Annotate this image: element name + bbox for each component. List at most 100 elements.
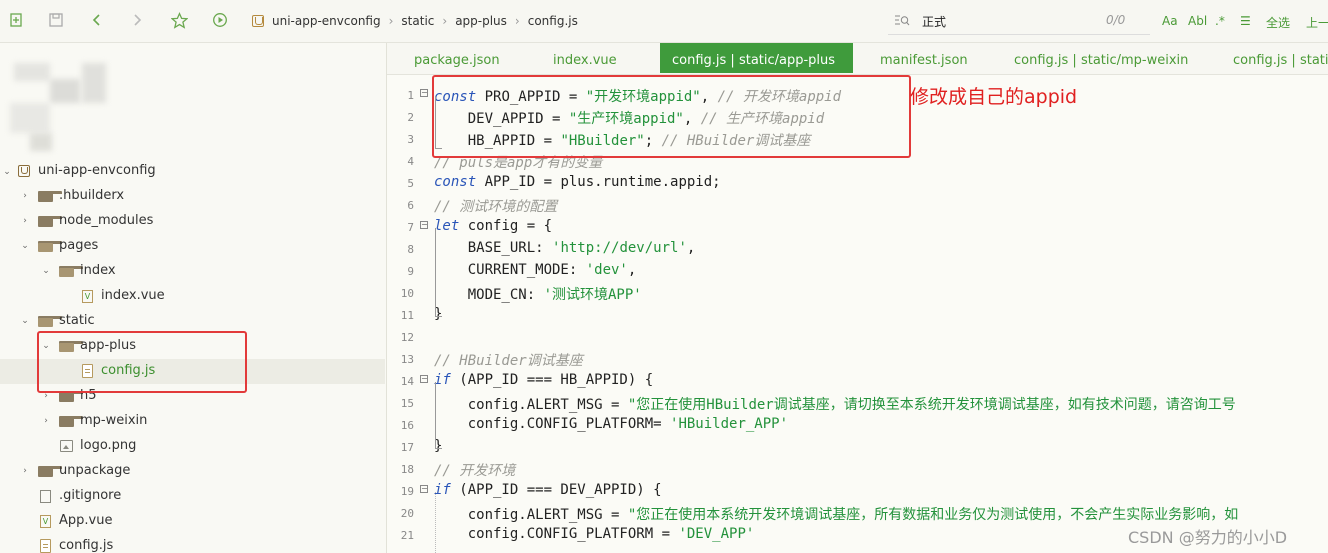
- breadcrumb-item[interactable]: uni-app-envconfig: [272, 14, 381, 28]
- code-token: MODE_CN:: [434, 287, 544, 303]
- line-number: 4: [407, 155, 414, 168]
- chevron-right-icon: ›: [388, 14, 394, 28]
- tree-item-label: node_modules: [59, 213, 154, 228]
- new-file-icon[interactable]: [6, 10, 26, 30]
- tab-index-vue[interactable]: index.vue: [541, 43, 629, 74]
- tree-item-label: logo.png: [80, 438, 137, 453]
- code-token: config.ALERT_MSG =: [434, 507, 628, 523]
- code-text: // 测试环境的配置: [434, 196, 557, 216]
- line-number: 19: [400, 485, 414, 498]
- code-line: 20 config.ALERT_MSG = "您正在使用本系统开发环境调试基座，…: [387, 502, 1328, 524]
- code-line: 11 }: [387, 304, 1328, 326]
- tree-item-mp-weixin[interactable]: › mp-weixin: [0, 409, 385, 434]
- line-number: 3: [407, 133, 414, 146]
- folder-open-icon: [38, 316, 62, 327]
- run-icon[interactable]: [210, 10, 230, 30]
- line-number: 15: [400, 397, 414, 410]
- tab-config-static[interactable]: config.js | static: [1221, 43, 1328, 74]
- tab-manifest-json[interactable]: manifest.json: [868, 43, 980, 74]
- search-input[interactable]: [920, 11, 1094, 31]
- tree-item-label: App.vue: [59, 513, 113, 528]
- tree-item-label: uni-app-envconfig: [38, 163, 156, 178]
- match-case-toggle[interactable]: Aa: [1162, 14, 1178, 28]
- tab-config-app-plus[interactable]: config.js | static/app-plus: [660, 43, 853, 73]
- comment: // 开发环境: [434, 463, 516, 479]
- tree-item-root[interactable]: ⌄ uni-app-envconfig: [0, 159, 385, 184]
- folder-open-icon: [38, 241, 62, 252]
- regex-toggle[interactable]: .*: [1215, 14, 1225, 28]
- breadcrumb-item[interactable]: config.js: [528, 14, 578, 28]
- code-line: 9 CURRENT_MODE: 'dev',: [387, 260, 1328, 282]
- folder-icon: [38, 191, 62, 202]
- search-box: 0/0: [888, 8, 1150, 35]
- multiline-toggle[interactable]: ☰: [1240, 14, 1251, 28]
- editor-tabs: package.json index.vue config.js | stati…: [387, 43, 1328, 75]
- fold-minus-icon[interactable]: −: [420, 375, 428, 383]
- tree-item-hbuilderx[interactable]: › .hbuilderx: [0, 184, 385, 209]
- line-number: 6: [407, 199, 414, 212]
- tree-item-node-modules[interactable]: › node_modules: [0, 209, 385, 234]
- code-token: config.CONFIG_PLATFORM=: [434, 416, 671, 432]
- fold-minus-icon[interactable]: −: [420, 221, 428, 229]
- vue-file-icon: V: [40, 515, 51, 528]
- chevron-right-icon: ›: [514, 14, 520, 28]
- tree-item-label: mp-weixin: [80, 413, 148, 428]
- code-text: CURRENT_MODE: 'dev',: [434, 262, 637, 278]
- tree-item-gitignore[interactable]: .gitignore: [0, 484, 385, 509]
- chevron-down-icon: ⌄: [3, 167, 11, 177]
- code-line: 12: [387, 326, 1328, 348]
- chevron-right-icon: ›: [23, 191, 27, 201]
- line-number: 17: [400, 441, 414, 454]
- line-number: 16: [400, 419, 414, 432]
- code-text: config.ALERT_MSG = "您正在使用HBuilder调试基座，请切…: [434, 394, 1236, 414]
- chevron-down-icon: ⌄: [42, 266, 50, 276]
- tree-item-logo-png[interactable]: logo.png: [0, 434, 385, 459]
- image-file-icon: [60, 440, 73, 452]
- code-text: if (APP_ID === DEV_APPID) {: [434, 482, 662, 498]
- watermark: CSDN @努力的小小D: [1128, 528, 1288, 547]
- tab-config-mp-weixin[interactable]: config.js | static/mp-weixin: [1002, 43, 1200, 74]
- string-literal: 'dev': [585, 262, 628, 278]
- tree-item-app-vue[interactable]: V App.vue: [0, 509, 385, 534]
- string-literal: "您正在使用本系统开发环境调试基座，所有数据和业务仅为测试使用，不会产生实际业务…: [627, 507, 1239, 523]
- code-line: 5 const APP_ID = plus.runtime.appid;: [387, 172, 1328, 194]
- string-literal: 'DEV_APP': [678, 526, 755, 542]
- tree-item-label: unpackage: [59, 463, 131, 478]
- tree-item-label: .hbuilderx: [59, 188, 125, 203]
- breadcrumb-item[interactable]: static: [401, 14, 434, 28]
- star-icon[interactable]: [169, 10, 189, 30]
- project-icon: [252, 15, 264, 27]
- code-line: 10 MODE_CN: '测试环境APP': [387, 282, 1328, 304]
- chevron-right-icon: ›: [44, 416, 48, 426]
- whole-word-toggle[interactable]: Abl: [1188, 14, 1207, 28]
- code-text: if (APP_ID === HB_APPID) {: [434, 372, 653, 388]
- tab-package-json[interactable]: package.json: [402, 43, 512, 74]
- code-line: 19 − if (APP_ID === DEV_APPID) {: [387, 480, 1328, 502]
- code-token: config.CONFIG_PLATFORM =: [434, 526, 679, 542]
- tree-item-index[interactable]: ⌄ index: [0, 259, 385, 284]
- code-token: BASE_URL:: [434, 240, 553, 256]
- code-token: config = {: [459, 218, 553, 234]
- forward-icon[interactable]: [127, 10, 147, 30]
- previous-match-button[interactable]: 上一: [1306, 14, 1328, 31]
- line-number: 1: [407, 89, 414, 102]
- fold-minus-icon[interactable]: −: [420, 89, 428, 97]
- code-text: let config = {: [434, 218, 552, 234]
- select-all-button[interactable]: 全选: [1266, 14, 1290, 31]
- fold-minus-icon[interactable]: −: [420, 485, 428, 493]
- keyword: const: [434, 174, 477, 190]
- tree-item-unpackage[interactable]: › unpackage: [0, 459, 385, 484]
- tree-item-index-vue[interactable]: V index.vue: [0, 284, 385, 309]
- chevron-down-icon: ⌄: [21, 241, 29, 251]
- code-text: const APP_ID = plus.runtime.appid;: [434, 174, 721, 190]
- code-line: 16 config.CONFIG_PLATFORM= 'HBuilder_APP…: [387, 414, 1328, 436]
- code-text: // 开发环境: [434, 460, 515, 480]
- back-icon[interactable]: [87, 10, 107, 30]
- tree-item-pages[interactable]: ⌄ pages: [0, 234, 385, 259]
- project-explorer: ⌄ uni-app-envconfig › .hbuilderx › node_…: [0, 43, 387, 553]
- breadcrumb-item[interactable]: app-plus: [455, 14, 507, 28]
- string-literal: 'HBuilder_APP': [670, 416, 789, 432]
- save-icon[interactable]: [46, 10, 66, 30]
- tree-item-config-js[interactable]: config.js: [0, 534, 385, 553]
- code-text: MODE_CN: '测试环境APP': [434, 284, 642, 304]
